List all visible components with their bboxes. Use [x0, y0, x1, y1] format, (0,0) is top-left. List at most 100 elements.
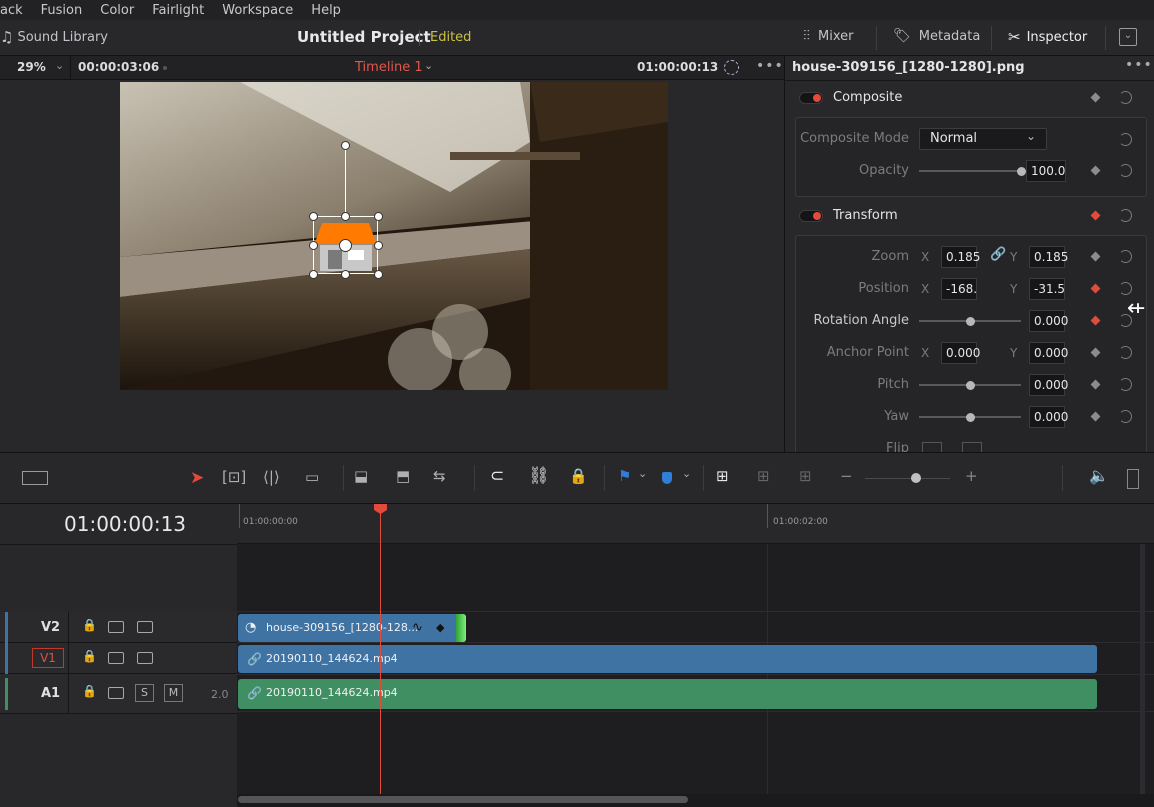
effects-overlay-icon[interactable] — [724, 60, 739, 75]
flip-horizontal-icon[interactable] — [922, 442, 942, 452]
menu-item-fairlight[interactable]: Fairlight — [152, 3, 204, 18]
timeline-name[interactable]: Timeline 1 — [355, 60, 423, 75]
menu-item-workspace[interactable]: Workspace — [222, 3, 293, 18]
reset-icon[interactable] — [1119, 282, 1132, 295]
audio-meter-icon[interactable] — [1127, 469, 1139, 489]
zoom-in-icon[interactable]: + — [965, 467, 978, 485]
metadata-button[interactable]: 🏷 Metadata — [893, 28, 980, 44]
speaker-icon[interactable]: 🔈 — [1089, 466, 1109, 485]
mute-button[interactable]: M — [164, 684, 183, 702]
lock-icon[interactable]: 🔒 — [82, 618, 97, 632]
corner-handle[interactable] — [374, 270, 383, 279]
chevron-down-icon[interactable]: ⌄ — [638, 467, 647, 480]
reset-icon[interactable] — [1119, 91, 1132, 104]
zoom-full-icon[interactable]: ⊞ — [716, 467, 729, 485]
edge-handle[interactable] — [341, 212, 350, 221]
corner-handle[interactable] — [309, 270, 318, 279]
edge-handle[interactable] — [309, 241, 318, 250]
anchor-x-field[interactable]: 0.000 — [941, 342, 980, 364]
clip-v1[interactable]: 🔗 20190110_144624.mp4 — [238, 645, 1097, 673]
composite-mode-select[interactable]: Normal ⌄ — [919, 128, 1047, 150]
insert-clip-icon[interactable]: ⬓ — [354, 467, 368, 485]
dynamic-trim-icon[interactable]: ⟨|⟩ — [263, 468, 280, 486]
flag-icon[interactable]: ⚑ — [618, 467, 631, 485]
reset-icon[interactable] — [1119, 346, 1132, 359]
replace-clip-icon[interactable]: ⇆ — [433, 467, 446, 485]
reset-icon[interactable] — [1119, 164, 1132, 177]
yaw-slider-knob[interactable] — [966, 413, 975, 422]
position-y-field[interactable]: -31.55 — [1029, 278, 1065, 300]
linked-selection-icon[interactable]: ⛓ — [528, 466, 550, 486]
anchor-handle[interactable] — [339, 239, 352, 252]
sound-library-button[interactable]: ♫ Sound Library — [0, 28, 108, 46]
opacity-slider-knob[interactable] — [1017, 167, 1026, 176]
auto-select-icon[interactable] — [108, 687, 124, 699]
composite-toggle[interactable] — [799, 92, 823, 104]
reset-icon[interactable] — [1119, 410, 1132, 423]
reset-icon[interactable] — [1119, 133, 1132, 146]
yaw-field[interactable]: 0.000 — [1029, 406, 1068, 428]
rotation-slider-knob[interactable] — [966, 317, 975, 326]
lock-icon[interactable]: 🔒 — [82, 684, 97, 698]
edge-handle[interactable] — [341, 270, 350, 279]
track-enable-icon[interactable] — [137, 621, 153, 633]
pitch-field[interactable]: 0.000 — [1029, 374, 1068, 396]
rotation-field[interactable]: 0.000 — [1029, 310, 1068, 332]
mixer-button[interactable]: ⫶⫶ Mixer — [803, 28, 853, 44]
expand-panel-icon[interactable]: ⌄ — [1119, 28, 1137, 46]
track-name-a1[interactable]: A1 — [41, 686, 60, 701]
menu-item-color[interactable]: Color — [100, 3, 134, 18]
scrollbar-thumb[interactable] — [238, 796, 688, 803]
corner-handle[interactable] — [374, 212, 383, 221]
position-lock-icon[interactable]: 🔒 — [569, 467, 588, 485]
auto-select-icon[interactable] — [108, 652, 124, 664]
corner-handle[interactable] — [309, 212, 318, 221]
auto-select-icon[interactable] — [108, 621, 124, 633]
transform-section-title[interactable]: Transform — [833, 208, 898, 223]
lock-icon[interactable]: 🔒 — [82, 649, 97, 663]
clip-v2[interactable]: ◔ house-309156_[1280-128... ∿ ◆ — [238, 614, 466, 642]
vertical-scrollbar[interactable] — [1140, 544, 1145, 794]
edge-handle[interactable] — [374, 241, 383, 250]
track-name-v2[interactable]: V2 — [41, 620, 60, 635]
chevron-down-icon[interactable]: ⌄ — [682, 467, 691, 480]
zoom-detail-icon[interactable]: ⊞ — [757, 467, 770, 485]
video-frame[interactable]: ⌄ ‹ • › ⏮ ◀ ▶ ⏭ ⟲ ▶| |◀ — [120, 82, 668, 390]
trim-mode-icon[interactable]: [⊡] — [222, 468, 246, 486]
inspector-button[interactable]: ✂ Inspector — [1008, 28, 1087, 46]
flip-vertical-icon[interactable] — [962, 442, 982, 452]
chevron-down-icon[interactable]: ⌄ — [55, 59, 64, 72]
reset-icon[interactable] — [1119, 250, 1132, 263]
timeline-zoom-slider[interactable] — [865, 478, 950, 479]
menu-item-fusion[interactable]: Fusion — [41, 3, 83, 18]
track-name-v1[interactable]: V1 — [32, 648, 64, 668]
timeline-zoom-knob[interactable] — [911, 473, 921, 483]
zoom-y-field[interactable]: 0.185 — [1029, 246, 1068, 268]
snapping-icon[interactable]: ⊂ — [490, 466, 504, 486]
opacity-field[interactable]: 100.00 — [1026, 160, 1066, 182]
track-enable-icon[interactable] — [137, 652, 153, 664]
solo-button[interactable]: S — [135, 684, 154, 702]
marker-icon[interactable] — [662, 472, 672, 484]
zoom-x-field[interactable]: 0.185 — [941, 246, 980, 268]
zoom-custom-icon[interactable]: ⊞ — [799, 467, 812, 485]
anchor-y-field[interactable]: 0.000 — [1029, 342, 1068, 364]
opacity-slider[interactable] — [919, 170, 1021, 172]
reset-icon[interactable] — [1119, 378, 1132, 391]
position-x-field[interactable]: -168.2 — [941, 278, 977, 300]
keyframe-diamond-icon[interactable] — [1090, 92, 1101, 103]
link-icon[interactable]: 🔗 — [990, 247, 1006, 262]
reset-icon[interactable] — [1119, 209, 1132, 222]
blade-tool-icon[interactable]: ▭ — [305, 468, 319, 486]
selection-arrow-icon[interactable]: ➤ — [190, 468, 204, 488]
rotation-handle[interactable] — [341, 141, 350, 150]
more-options-icon[interactable]: ••• — [1125, 57, 1153, 73]
overwrite-clip-icon[interactable]: ⬒ — [396, 467, 410, 485]
zoom-level[interactable]: 29% — [17, 60, 46, 74]
timeline-view-options-icon[interactable] — [22, 471, 48, 485]
keyframe-diamond-icon[interactable] — [1090, 210, 1101, 221]
composite-section-title[interactable]: Composite — [833, 90, 902, 105]
more-options-icon[interactable]: ••• — [756, 58, 784, 74]
clip-a1[interactable]: 🔗 20190110_144624.mp4 — [238, 679, 1097, 709]
playhead-line[interactable] — [380, 504, 381, 794]
